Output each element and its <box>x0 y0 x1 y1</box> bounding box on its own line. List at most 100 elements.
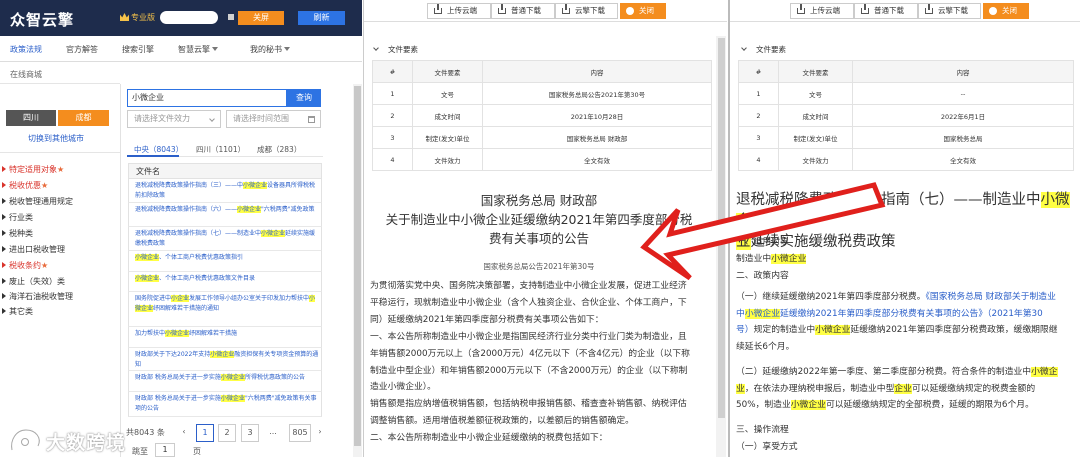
section-file-elements[interactable]: 文件要素 <box>741 44 786 55</box>
section-heading: 二、政策内容 <box>736 271 789 281</box>
caret-right-icon <box>2 198 6 204</box>
result-item[interactable]: 退税减税降费政策操作指南（七）——制造业中小微企业延续实施缓缴税费政策 <box>128 227 322 251</box>
paragraph-line: 为贯彻落实党中央、国务院决策部署，支持制造业中小微企业发展，促进工业经济 <box>370 281 687 291</box>
category-item[interactable]: 废止（失效）类 <box>2 276 65 287</box>
normal-download-button[interactable]: 普通下载 <box>854 3 918 19</box>
category-item[interactable]: 进出口税收管理 <box>2 244 65 255</box>
upload-icon <box>434 4 442 14</box>
upload-cloud-button[interactable]: 上传云端 <box>427 3 491 19</box>
result-item[interactable]: 国务院促进中小企业发展工作领导小组办公室关于印发加力帮扶中小微企业纾困解难若干措… <box>128 292 322 327</box>
page-last[interactable]: 805 <box>289 424 311 442</box>
tab-sichuan[interactable]: 四川（1101） <box>196 144 245 155</box>
table-row: 3 制定(发文)单位 国家税务总局 <box>738 126 1074 149</box>
paragraph-line: 平稳运行，现就制造业中小微企业（含个人独资企业、合伙企业、个体工商户，下 <box>370 297 687 308</box>
result-item[interactable]: 小微企业、个体工商户税费优惠政策文件目录 <box>128 272 322 292</box>
download-icon <box>925 4 933 14</box>
paragraph-line: 一、本公告所称制造业中小微企业是指国民经济行业分类中行业门类为制造业，且 <box>370 331 687 342</box>
search-input[interactable]: 小微企业 <box>127 89 287 107</box>
download-icon <box>861 4 869 14</box>
table-row: 4 文件效力 全文有效 <box>738 148 1074 171</box>
chevron-down-icon <box>209 116 215 122</box>
viewer-toolbar: 上传云端 普通下载 云擎下载 关闭 <box>730 0 1080 22</box>
download-icon <box>562 4 570 14</box>
page-1[interactable]: 1 <box>196 424 214 442</box>
cloud-download-button[interactable]: 云擎下载 <box>555 3 618 19</box>
tab-smart-engine[interactable]: 智慧云擎 <box>178 44 218 55</box>
category-item[interactable]: 行业类 <box>2 212 33 223</box>
close-viewer-button[interactable]: 关闭 <box>983 3 1029 19</box>
section-heading: （一）享受方式 <box>736 442 798 452</box>
watermark-text: 大数跨境 <box>46 432 127 454</box>
caret-right-icon <box>2 230 6 236</box>
online-mall-link[interactable]: 在线商城 <box>10 69 42 80</box>
result-item[interactable]: 财政部关于下达2022年支持小微企业融资担保有关专项资金预算的通知 <box>128 348 322 371</box>
scrollbar-thumb[interactable] <box>718 38 725 418</box>
tab-my-secretary[interactable]: 我的秘书 <box>250 44 290 55</box>
switch-city-link[interactable]: 切换到其他城市 <box>28 133 84 144</box>
result-item[interactable]: 退税减税降费政策操作指南（六）——小微企业"六税两费"减免政策 <box>128 203 322 227</box>
category-item[interactable]: 特定适用对象★ <box>2 164 64 175</box>
paragraph: （二）延缓缴纳2022年第一季度、第二季度部分税费。符合条件的制造业中小微企 业… <box>736 367 1058 411</box>
city-chengdu-button[interactable]: 成都 <box>58 110 109 126</box>
next-page-icon[interactable]: › <box>315 424 325 442</box>
search-button[interactable]: 查询 <box>287 89 321 107</box>
section-file-elements[interactable]: 文件要素 <box>373 44 418 55</box>
paragraph: （一）继续延缓缴纳2021年第四季度部分税费。《国家税务总局 财政部关于制造业 … <box>736 292 1058 352</box>
close-viewer-button[interactable]: 关闭 <box>620 3 666 19</box>
calendar-icon <box>308 116 315 123</box>
city-province-button[interactable]: 四川 <box>6 110 56 126</box>
app-logo: 众智云擎 <box>10 11 75 29</box>
scrollbar-thumb[interactable] <box>354 86 361 446</box>
tab-policy-law[interactable]: 政策法规 <box>10 44 42 55</box>
document-number: 国家税务总局公告2021年第30号 <box>483 262 595 271</box>
close-screen-button[interactable]: 关屏 <box>238 11 284 25</box>
col-value: 内容 <box>852 60 1074 83</box>
date-range-select[interactable]: 请选择时间范围 <box>226 110 321 128</box>
category-item[interactable]: 税收条约★ <box>2 260 48 271</box>
document-title: 国家税务总局 财政部 关于制造业中小微企业延缓缴纳2021年第四季度部分税 费有… <box>385 193 693 246</box>
paragraph-line: 同）延缓缴纳2021年第四季度部分税费有关事项公告如下： <box>370 314 604 325</box>
cloud-download-button[interactable]: 云擎下载 <box>918 3 981 19</box>
caret-right-icon <box>2 278 6 284</box>
table-row: 1 文号 国家税务总局公告2021年第30号 <box>372 82 712 105</box>
caret-right-icon <box>2 214 6 220</box>
section-heading: 三、操作流程 <box>736 425 789 435</box>
table-row: 3 制定(发文)单位 国家税务总局 财政部 <box>372 126 712 149</box>
validity-select[interactable]: 请选择文件效力 <box>127 110 221 128</box>
user-account-box[interactable] <box>160 11 218 24</box>
result-item[interactable]: 财政部 税务总局关于进一步实施小微企业所得税优惠政策的公告 <box>128 371 322 392</box>
goto-page-input[interactable]: 1 <box>155 443 175 457</box>
result-item[interactable]: 加力帮扶中小微企业纾困解难若干措施 <box>128 327 322 348</box>
page-ellipsis: ... <box>264 424 282 442</box>
paragraph-line: 二、本公告所称制造业中小微企业延缓缴纳的税费包括如下： <box>370 433 608 444</box>
file-elements-table: # 文件要素 内容 1 文号 -- 2 成文时间 2022年6月1日 3 制定(发文)单位 国家… <box>738 60 1074 171</box>
prev-page-icon[interactable]: ‹ <box>180 424 188 442</box>
result-item[interactable]: 退税减税降费政策操作指南（三）——中小微企业设备器具所得税税前扣除政策 <box>128 179 322 203</box>
result-item[interactable]: 小微企业、个体工商户税费优惠政策指引 <box>128 251 322 272</box>
tab-official-answers[interactable]: 官方解答 <box>66 44 98 55</box>
goto-label: 跳至 <box>132 447 148 456</box>
category-item[interactable]: 其它类 <box>2 306 33 317</box>
tab-chengdu[interactable]: 成都（283） <box>257 144 301 155</box>
caret-right-icon <box>2 166 6 172</box>
main-nav: 政策法规 官方解答 搜索引擎 智慧云擎 我的秘书 <box>0 36 362 62</box>
refresh-button[interactable]: 刷新 <box>298 11 345 25</box>
upload-cloud-button[interactable]: 上传云端 <box>790 3 854 19</box>
category-item[interactable]: 税收管理通用规定 <box>2 196 73 207</box>
page-2[interactable]: 2 <box>218 424 236 442</box>
page-3[interactable]: 3 <box>241 424 259 442</box>
category-item[interactable]: 税种类 <box>2 228 33 239</box>
chevron-down-icon <box>284 47 290 51</box>
crown-icon <box>120 13 129 21</box>
category-item[interactable]: 税收优惠★ <box>2 180 48 191</box>
tab-central[interactable]: 中央（8043） <box>134 144 183 155</box>
tab-search-engine[interactable]: 搜索引擎 <box>122 44 154 55</box>
paragraph-line: 造业小微企业）。 <box>370 382 436 393</box>
viewer-toolbar: 上传云端 普通下载 云擎下载 关闭 <box>364 0 727 22</box>
result-item[interactable]: 财政部 税务总局关于进一步实施小微企业"六税两费"减免政策有关事项的公告 <box>128 392 322 417</box>
menu-square-icon[interactable] <box>228 14 234 20</box>
category-item[interactable]: 海洋石油税收管理 <box>2 291 73 302</box>
normal-download-button[interactable]: 普通下载 <box>491 3 555 19</box>
divider <box>120 84 121 457</box>
chevron-down-icon <box>373 45 379 51</box>
